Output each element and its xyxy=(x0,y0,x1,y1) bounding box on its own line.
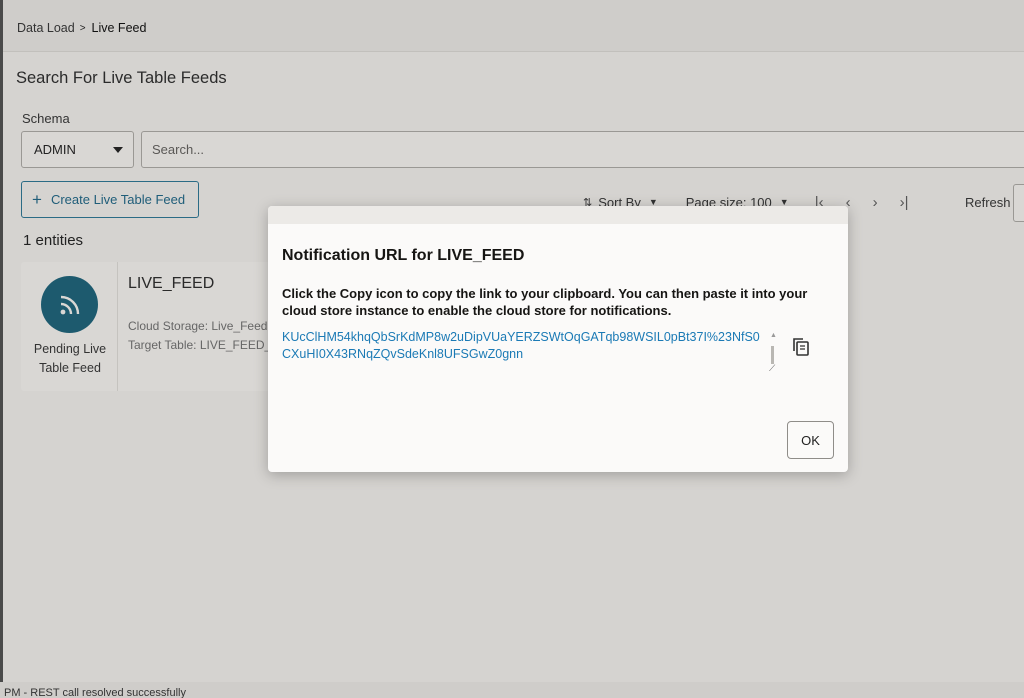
page-title: Search For Live Table Feeds xyxy=(16,69,227,87)
ok-button[interactable]: OK xyxy=(787,421,834,459)
create-button-label: Create Live Table Feed xyxy=(50,192,186,207)
refresh-icon-button[interactable] xyxy=(1013,184,1024,222)
status-bar: PM - REST call resolved successfully xyxy=(0,682,1024,698)
breadcrumb: Data Load > Live Feed xyxy=(17,21,146,35)
notification-url-textarea[interactable]: KUcClHM54khqQbSrKdMP8w2uDipVUaYERZSWtOqG… xyxy=(282,329,778,375)
notification-url-dialog: Notification URL for LIVE_FEED Click the… xyxy=(268,206,848,472)
top-bar: Data Load > Live Feed xyxy=(3,0,1024,52)
card-title[interactable]: LIVE_FEED xyxy=(128,275,214,293)
rss-feed-icon xyxy=(41,276,98,333)
resize-grip-icon[interactable]: ⟋ xyxy=(769,363,775,374)
create-live-table-feed-button[interactable]: + Create Live Table Feed xyxy=(21,181,199,218)
breadcrumb-data-load[interactable]: Data Load xyxy=(17,21,75,35)
plus-icon: + xyxy=(32,190,42,209)
dialog-title: Notification URL for LIVE_FEED xyxy=(282,247,525,264)
card-cloud-storage: Cloud Storage: Live_Feed xyxy=(128,319,268,333)
scroll-thumb[interactable] xyxy=(771,346,774,364)
card-target-table: Target Table: LIVE_FEED_ xyxy=(128,338,271,352)
breadcrumb-separator: > xyxy=(79,22,86,34)
next-page-icon[interactable]: › xyxy=(873,194,878,211)
scroll-up-icon: ▲ xyxy=(770,332,777,339)
refresh-button[interactable]: Refresh xyxy=(965,195,1011,210)
card-status-panel: Pending Live Table Feed xyxy=(21,262,118,391)
schema-label: Schema xyxy=(22,111,70,126)
copy-icon[interactable] xyxy=(787,333,815,361)
last-page-icon[interactable]: ›| xyxy=(900,194,909,211)
dialog-message: Click the Copy icon to copy the link to … xyxy=(282,286,808,318)
breadcrumb-live-feed: Live Feed xyxy=(91,21,147,35)
schema-selected-value: ADMIN xyxy=(34,142,76,157)
card-status-text: Pending Live Table Feed xyxy=(33,342,107,375)
schema-select[interactable]: ADMIN xyxy=(21,131,134,168)
caret-down-icon xyxy=(113,147,123,153)
search-input[interactable] xyxy=(141,131,1024,168)
entities-count: 1 entities xyxy=(23,232,84,249)
dialog-header-strip xyxy=(268,206,848,224)
live-feed-card[interactable]: Pending Live Table Feed LIVE_FEED Cloud … xyxy=(21,262,271,391)
